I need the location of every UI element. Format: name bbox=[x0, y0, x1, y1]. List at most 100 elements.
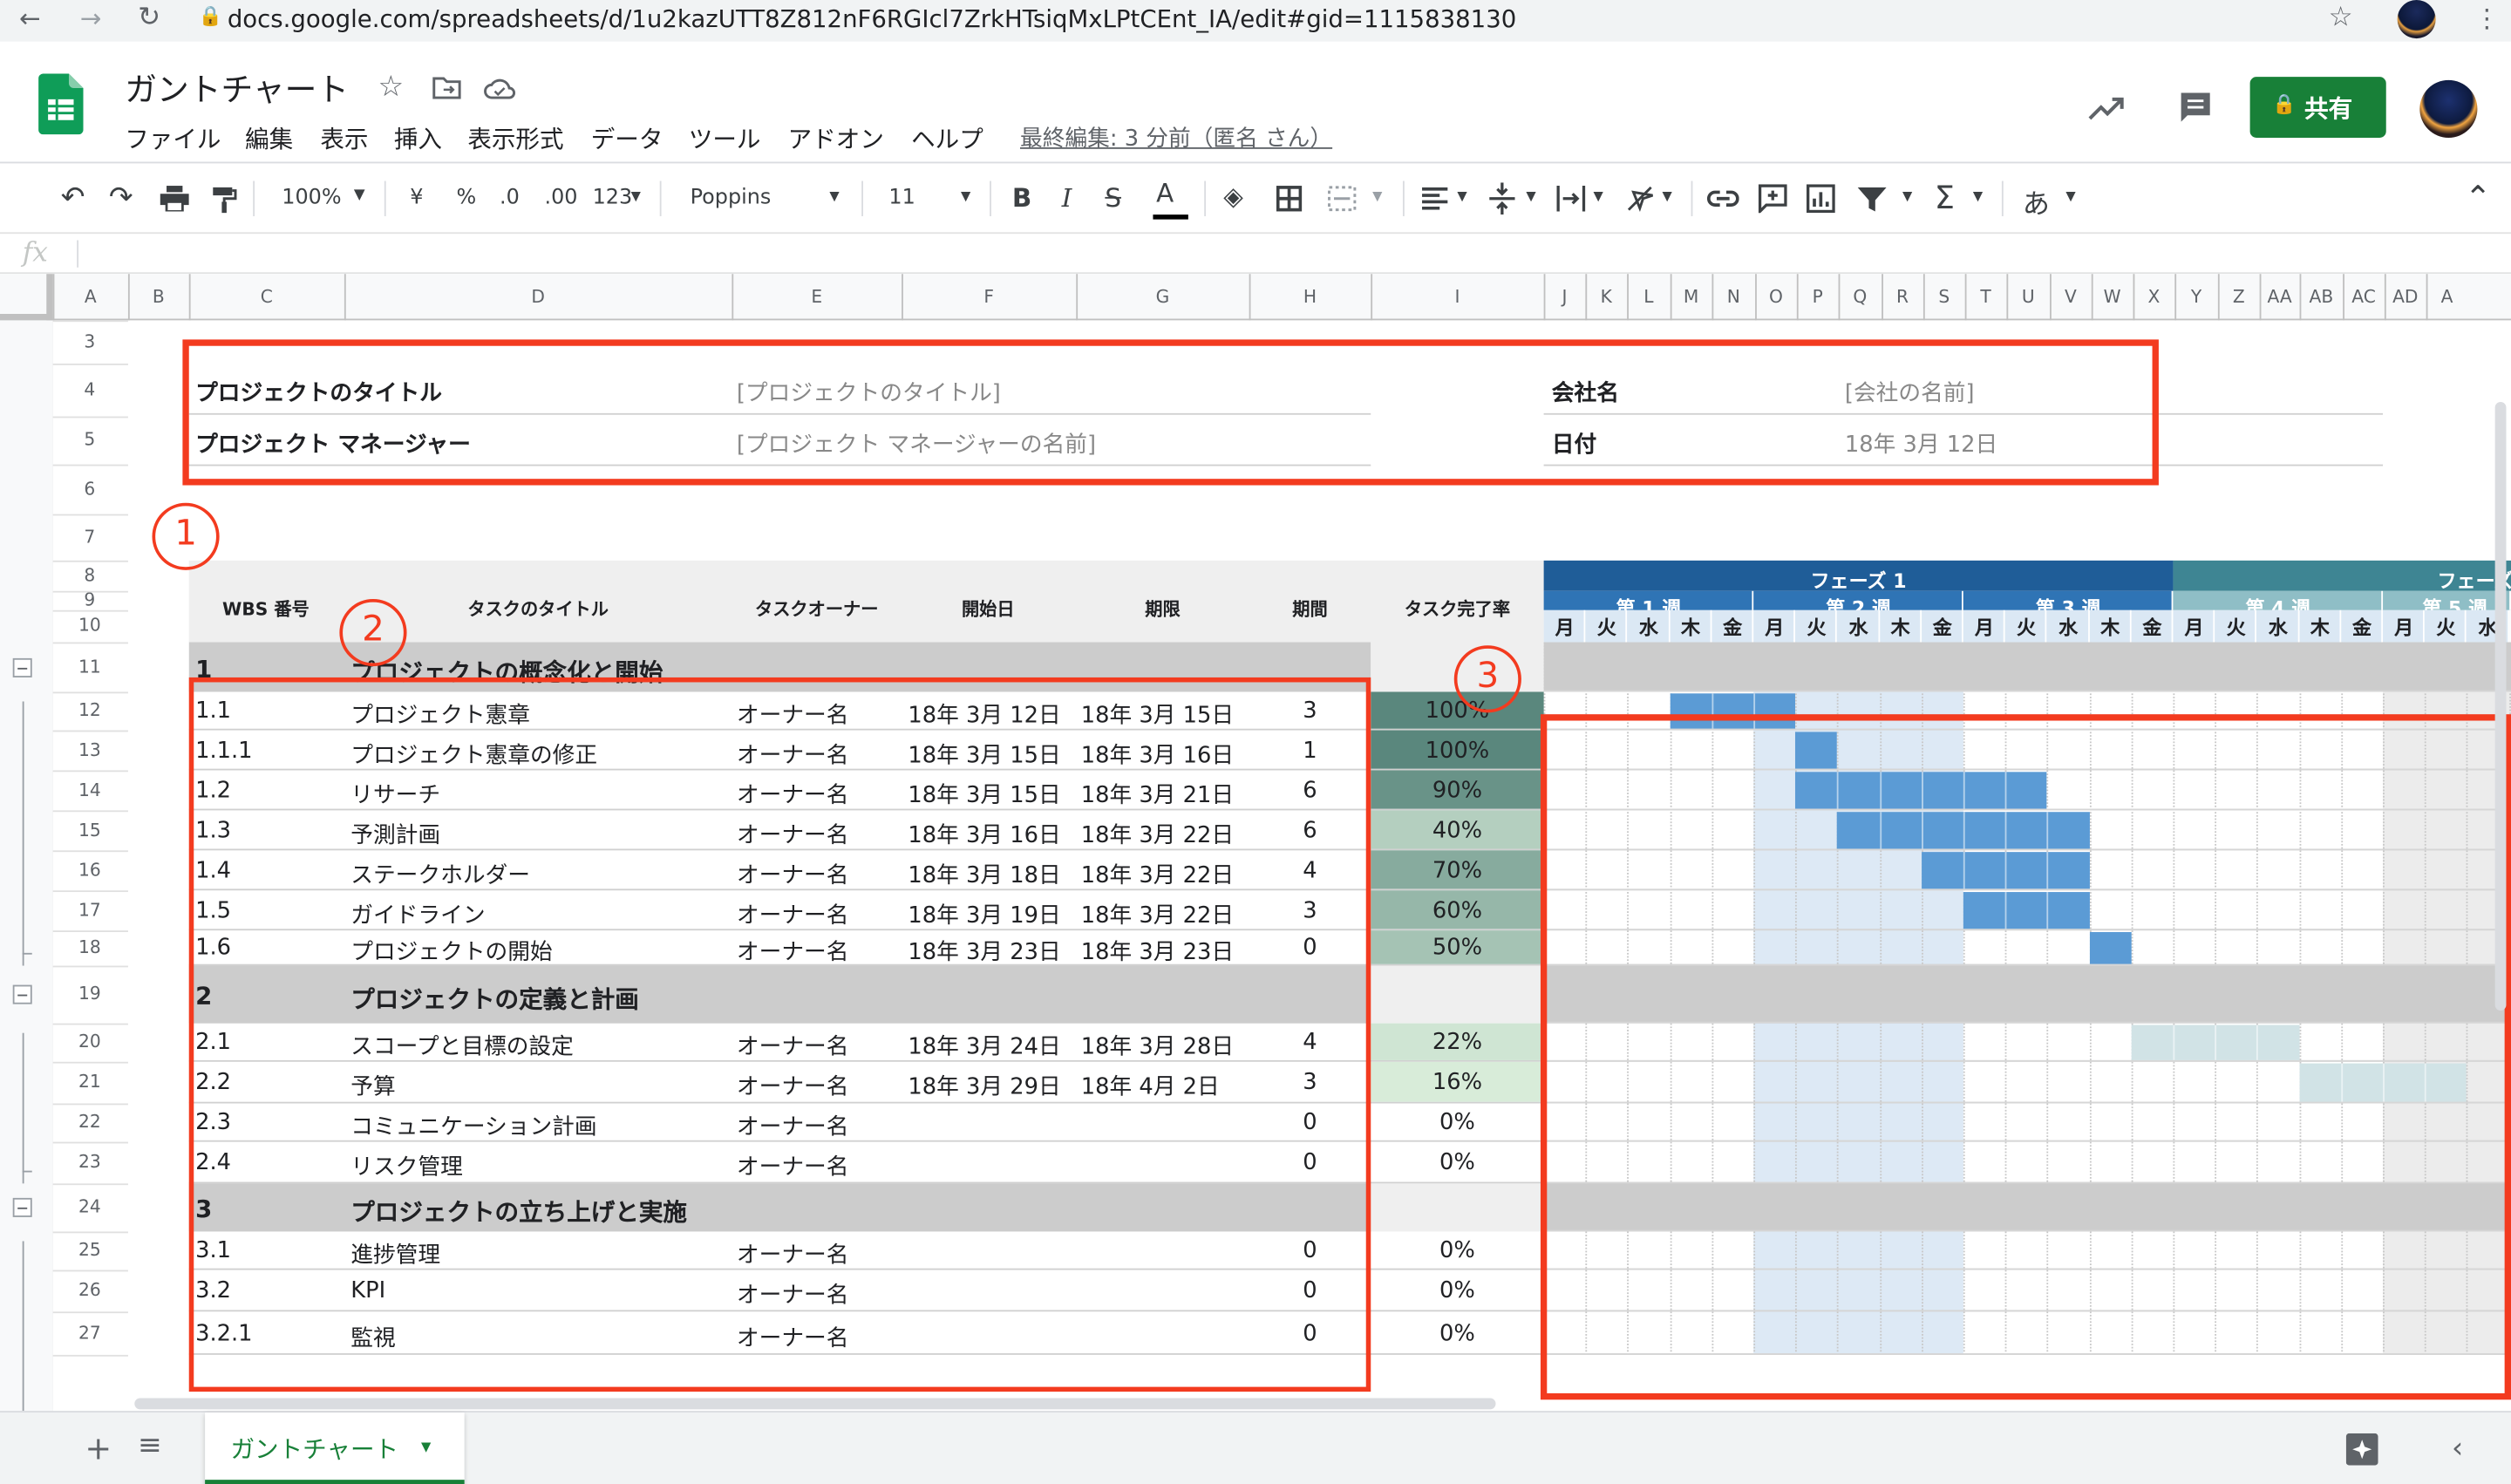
cloud-status-icon[interactable] bbox=[484, 77, 516, 99]
more-formats-dropdown-icon[interactable]: ▼ bbox=[631, 189, 641, 204]
task-complete[interactable]: 0% bbox=[1439, 1238, 1475, 1263]
zoom-select[interactable]: 100% bbox=[282, 186, 341, 210]
increase-decimal-button[interactable]: .00 bbox=[544, 186, 577, 210]
row-number[interactable]: 15 bbox=[78, 819, 101, 840]
halign-dropdown-icon[interactable]: ▼ bbox=[1457, 189, 1466, 204]
add-sheet-icon[interactable]: + bbox=[85, 1428, 112, 1467]
comments-icon[interactable] bbox=[2178, 90, 2213, 125]
input-tools-dropdown-icon[interactable]: ▼ bbox=[2065, 189, 2075, 204]
valign-dropdown-icon[interactable]: ▼ bbox=[1526, 189, 1535, 204]
bookmark-star-icon[interactable]: ☆ bbox=[2329, 2, 2353, 34]
merge-dropdown-icon[interactable]: ▼ bbox=[1372, 189, 1382, 204]
task-complete[interactable]: 90% bbox=[1432, 778, 1482, 803]
row-number[interactable]: 14 bbox=[78, 779, 101, 800]
last-edit-link[interactable]: 最終編集: 3 分前（匿名 さん） bbox=[1020, 122, 1332, 154]
menu-help[interactable]: ヘルプ bbox=[911, 122, 983, 156]
row-number[interactable]: 25 bbox=[78, 1240, 101, 1261]
select-all-corner[interactable] bbox=[0, 274, 53, 321]
task-complete[interactable]: 16% bbox=[1432, 1070, 1482, 1095]
account-avatar[interactable] bbox=[2419, 79, 2478, 138]
document-title[interactable]: ガントチャート bbox=[125, 64, 349, 110]
horizontal-scrollbar[interactable] bbox=[134, 1398, 1496, 1410]
functions-dropdown-icon[interactable]: ▼ bbox=[1973, 189, 1983, 204]
formula-input[interactable] bbox=[84, 235, 2486, 270]
row-number[interactable]: 27 bbox=[78, 1322, 101, 1343]
explore-icon[interactable] bbox=[2345, 1433, 2378, 1466]
rotation-dropdown-icon[interactable]: ▼ bbox=[1663, 189, 1672, 204]
task-complete[interactable]: 0% bbox=[1439, 1150, 1475, 1175]
vertical-scrollbar[interactable] bbox=[2494, 402, 2507, 1011]
browser-profile-avatar[interactable] bbox=[2397, 0, 2436, 39]
fill-color-icon[interactable]: ◈ bbox=[1223, 181, 1243, 212]
row-number[interactable]: 20 bbox=[78, 1031, 101, 1052]
forward-icon[interactable]: → bbox=[80, 3, 102, 34]
task-complete[interactable]: 70% bbox=[1432, 858, 1482, 883]
merge-cells-icon[interactable] bbox=[1328, 186, 1357, 212]
task-complete[interactable]: 0% bbox=[1439, 1320, 1475, 1345]
menu-file[interactable]: ファイル bbox=[125, 122, 221, 156]
more-formats-button[interactable]: 123 bbox=[593, 186, 633, 210]
menu-format[interactable]: 表示形式 bbox=[467, 122, 563, 156]
row-number[interactable]: 3 bbox=[84, 330, 95, 351]
task-complete[interactable]: 60% bbox=[1432, 897, 1482, 922]
address-bar[interactable]: 🔒 docs.google.com/spreadsheets/d/1u2kazU… bbox=[188, 0, 2384, 39]
text-wrap-icon[interactable] bbox=[1556, 184, 1586, 213]
browser-menu-icon[interactable]: ⋮ bbox=[2474, 3, 2500, 34]
menu-tools[interactable]: ツール bbox=[689, 122, 761, 156]
wrap-dropdown-icon[interactable]: ▼ bbox=[1594, 189, 1603, 204]
collapse-menu-icon[interactable]: ⌃ bbox=[2465, 178, 2492, 216]
row-number[interactable]: 8 bbox=[84, 564, 95, 585]
insert-chart-icon[interactable] bbox=[1807, 184, 1835, 214]
menu-insert[interactable]: 挿入 bbox=[394, 122, 442, 156]
row-number[interactable]: 17 bbox=[78, 899, 101, 920]
filter-icon[interactable] bbox=[1857, 187, 1887, 212]
row-number[interactable]: 21 bbox=[78, 1072, 101, 1093]
star-icon[interactable]: ☆ bbox=[378, 71, 404, 105]
url-text[interactable]: docs.google.com/spreadsheets/d/1u2kazUTT… bbox=[228, 5, 1516, 34]
menu-view[interactable]: 表示 bbox=[320, 122, 368, 156]
undo-icon[interactable]: ↶ bbox=[61, 181, 85, 215]
row-number[interactable]: 6 bbox=[84, 478, 95, 499]
horizontal-align-icon[interactable] bbox=[1422, 187, 1448, 210]
task-complete[interactable]: 100% bbox=[1426, 738, 1490, 763]
font-size-select[interactable]: 11 bbox=[888, 186, 915, 210]
task-complete[interactable]: 0% bbox=[1439, 1110, 1475, 1135]
task-complete[interactable]: 40% bbox=[1432, 818, 1482, 843]
paint-format-icon[interactable] bbox=[211, 186, 237, 214]
task-complete[interactable]: 0% bbox=[1439, 1278, 1475, 1304]
text-color-icon[interactable]: A bbox=[1156, 178, 1174, 208]
task-complete[interactable]: 50% bbox=[1432, 936, 1482, 961]
font-dropdown-icon[interactable]: ▼ bbox=[829, 189, 839, 204]
vertical-align-icon[interactable] bbox=[1489, 182, 1515, 215]
sheets-logo-icon[interactable] bbox=[38, 73, 84, 135]
row-number[interactable]: 5 bbox=[84, 429, 95, 450]
decrease-decimal-button[interactable]: .0 bbox=[500, 186, 520, 210]
row-number[interactable]: 16 bbox=[78, 859, 101, 880]
strikethrough-icon[interactable]: S bbox=[1105, 182, 1121, 213]
sheet-tab-active[interactable]: ガントチャート ▼ bbox=[205, 1413, 465, 1484]
row-number[interactable]: 26 bbox=[78, 1280, 101, 1301]
reload-icon[interactable]: ↻ bbox=[138, 2, 160, 34]
input-tools-button[interactable]: あ bbox=[2023, 181, 2050, 221]
row-number[interactable]: 13 bbox=[78, 739, 101, 760]
filter-dropdown-icon[interactable]: ▼ bbox=[1902, 189, 1912, 204]
menu-data[interactable]: データ bbox=[591, 122, 663, 156]
functions-icon[interactable]: Σ bbox=[1935, 178, 1955, 216]
borders-icon[interactable] bbox=[1276, 186, 1303, 212]
print-icon[interactable] bbox=[160, 186, 189, 212]
bold-icon[interactable]: B bbox=[1012, 182, 1031, 213]
all-sheets-icon[interactable]: ≡ bbox=[138, 1428, 162, 1462]
row-number[interactable]: 11 bbox=[78, 656, 101, 677]
zoom-dropdown-icon[interactable]: ▼ bbox=[354, 187, 365, 203]
row-number[interactable]: 7 bbox=[84, 526, 95, 547]
row-number[interactable]: 23 bbox=[78, 1152, 101, 1173]
lock-icon[interactable]: 🔒 bbox=[199, 5, 222, 28]
percent-format-button[interactable]: % bbox=[456, 186, 476, 210]
currency-format-button[interactable]: ¥ bbox=[410, 186, 423, 210]
font-size-dropdown-icon[interactable]: ▼ bbox=[961, 189, 970, 204]
row-number[interactable]: 24 bbox=[78, 1196, 101, 1217]
row-number[interactable]: 4 bbox=[84, 378, 95, 399]
redo-icon[interactable]: ↷ bbox=[109, 181, 133, 215]
font-select[interactable]: Poppins bbox=[691, 186, 772, 210]
italic-icon[interactable]: I bbox=[1062, 182, 1072, 213]
